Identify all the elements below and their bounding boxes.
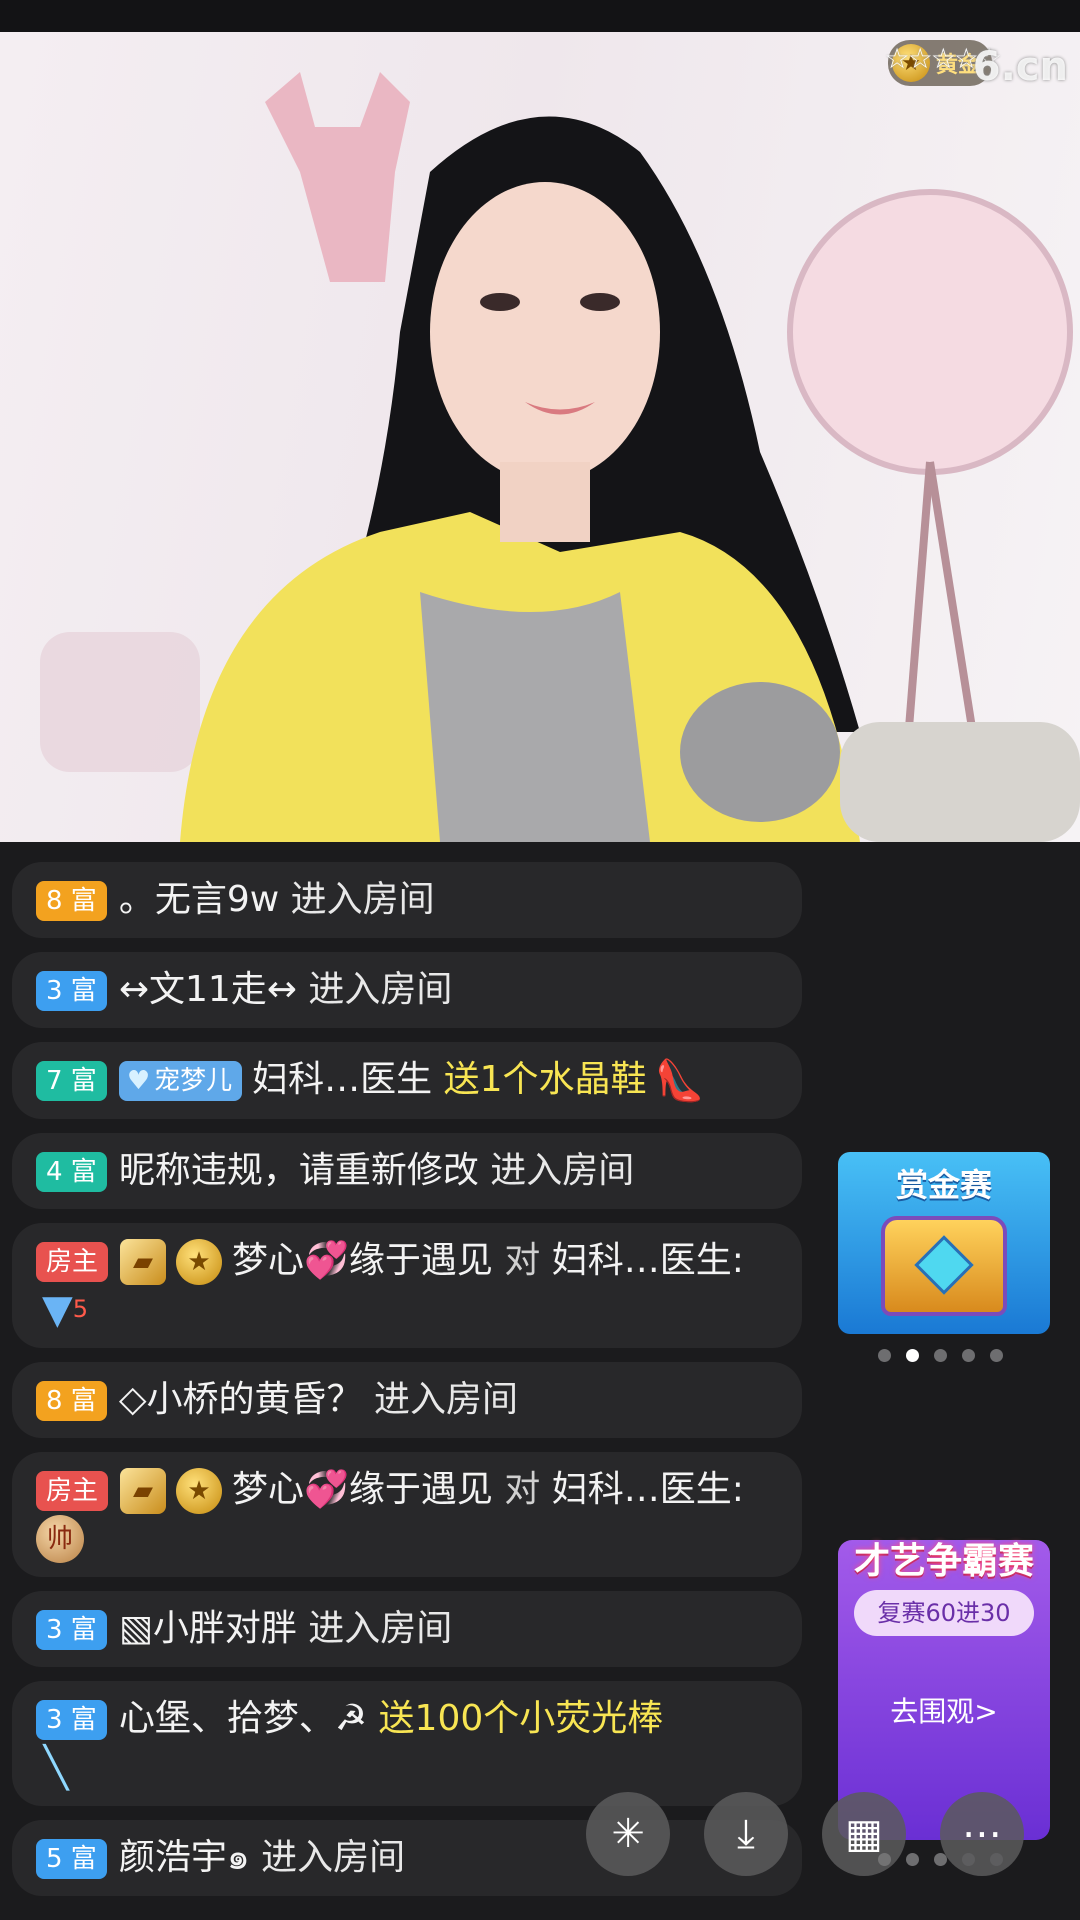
carousel-dot: [962, 1349, 975, 1362]
chat-username[interactable]: 妇科…医生: [252, 1059, 432, 1100]
pet-badge: ♥ 宠梦儿: [118, 1061, 243, 1101]
grid-button[interactable]: ▦: [822, 1792, 906, 1876]
bounty-carousel-dots: [878, 1349, 1003, 1362]
carousel-dot: [990, 1349, 1003, 1362]
chat-message: 房主 ▰ ★ 梦心💞缘于遇见 对 妇科…医生: ▼5: [12, 1223, 802, 1348]
chat-action: 进入房间: [490, 1150, 635, 1191]
chat-username[interactable]: 心堡、拾梦、☭: [119, 1698, 367, 1739]
star-medal-icon: ★: [176, 1468, 223, 1514]
watch-link[interactable]: 去围观>: [838, 1690, 1050, 1730]
wealth-level-tag: 7 富: [36, 1061, 107, 1101]
carousel-dot: [878, 1349, 891, 1362]
wealth-level-tag: 3 富: [36, 1610, 107, 1650]
chat-message: 8 富。无言9w 进入房间: [12, 862, 802, 938]
vote-badge-icon: ▼: [42, 1287, 73, 1333]
wealth-level-tag: 4 富: [36, 1152, 107, 1192]
chat-username[interactable]: 梦心💞缘于遇见: [232, 1240, 493, 1281]
chat-target[interactable]: 妇科…医生:: [552, 1240, 744, 1281]
chat-message: 3 富 ↔文11走↔ 进入房间: [12, 952, 802, 1028]
site-watermark: 6.cn: [972, 44, 1068, 90]
treasure-chest-icon: [881, 1216, 1007, 1316]
host-tag: 房主: [36, 1242, 109, 1282]
contest-stage: 复赛60进30: [854, 1590, 1034, 1636]
carousel-dot: [934, 1349, 947, 1362]
more-button[interactable]: ⋯: [940, 1792, 1024, 1876]
bounty-contest-banner[interactable]: 赏金赛: [838, 1152, 1050, 1334]
pet-name: 宠梦儿: [154, 1066, 233, 1096]
download-button[interactable]: ⤓: [704, 1792, 788, 1876]
heart-icon: ♥: [126, 1066, 151, 1096]
contest-title: 才艺争霸赛: [853, 1541, 1034, 1582]
chat-username[interactable]: 昵称违规，请重新修改: [119, 1150, 479, 1191]
carousel-dot: [906, 1853, 919, 1866]
chat-username[interactable]: 颜浩宇๑: [119, 1837, 250, 1878]
chat-action: 进入房间: [261, 1837, 406, 1878]
star-medal-icon: ★: [176, 1239, 223, 1285]
wealth-level-tag: 8 富: [36, 1381, 107, 1421]
wealth-level-tag: 8 富: [36, 881, 107, 921]
chat-message: 3 富 ▧小胖对胖 进入房间: [12, 1591, 802, 1667]
chat-action: 进入房间: [290, 879, 435, 920]
chat-username[interactable]: 梦心💞缘于遇见: [232, 1469, 493, 1510]
sparkle-icon: ✳: [611, 1811, 645, 1857]
chat-message: 5 富颜浩宇๑ 进入房间: [12, 1820, 802, 1896]
host-tag: 房主: [36, 1471, 109, 1511]
live-video[interactable]: ★ 黄金 ☆☆☆☆☆ 6.cn: [0, 32, 1080, 842]
wealth-level-tag: 3 富: [36, 1700, 107, 1740]
gift-text: 送1个水晶鞋: [443, 1059, 647, 1100]
chat-username[interactable]: 。无言9w: [119, 879, 279, 920]
chat-username[interactable]: ↔文11走↔: [119, 969, 297, 1010]
grid-icon: ▦: [845, 1811, 883, 1857]
sparkle-button[interactable]: ✳: [586, 1792, 670, 1876]
chat-feed[interactable]: 8 富。无言9w 进入房间 3 富 ↔文11走↔ 进入房间 7 富 ♥ 宠梦儿 妇科…医…: [12, 862, 802, 1910]
chat-action: 进入房间: [308, 969, 453, 1010]
chat-username[interactable]: ▧小胖对胖: [119, 1608, 297, 1649]
handsome-coin-icon: 帅: [36, 1515, 84, 1563]
wealth-level-tag: 5 富: [36, 1839, 107, 1879]
chat-message: 8 富 ◇小桥的黄昏？ 进入房间: [12, 1362, 802, 1438]
vote-count: 5: [72, 1295, 89, 1323]
chat-action: 进入房间: [308, 1608, 453, 1649]
chat-to: 对: [504, 1240, 541, 1281]
more-icon: ⋯: [962, 1811, 1002, 1857]
chat-action: 进入房间: [373, 1379, 518, 1420]
chat-message: 4 富昵称违规，请重新修改 进入房间: [12, 1133, 802, 1209]
wealth-level-tag: 3 富: [36, 971, 107, 1011]
carousel-dot: [906, 1349, 919, 1362]
high-heel-icon: 👠: [654, 1058, 705, 1104]
top-status-bar: [0, 0, 1080, 32]
chat-username[interactable]: ◇小桥的黄昏？: [119, 1379, 363, 1420]
gift-text: 送100个小荧光棒: [378, 1698, 664, 1739]
chat-message: 房主 ▰ ★ 梦心💞缘于遇见 对 妇科…医生: 帅: [12, 1452, 802, 1577]
download-icon: ⤓: [737, 1811, 755, 1857]
chat-target[interactable]: 妇科…医生:: [552, 1469, 744, 1510]
gold-bar-icon: ▰: [120, 1468, 167, 1514]
chat-to: 对: [504, 1469, 541, 1510]
chat-message: 3 富心堡、拾梦、☭ 送100个小荧光棒 ╲: [12, 1681, 802, 1806]
glowstick-icon: ╲: [44, 1745, 69, 1791]
chat-message: 7 富 ♥ 宠梦儿 妇科…医生 送1个水晶鞋 👠: [12, 1042, 802, 1119]
streamer-video-frame: [40, 72, 1080, 842]
gold-bar-icon: ▰: [120, 1239, 167, 1285]
bounty-title: 赏金赛: [895, 1166, 992, 1204]
